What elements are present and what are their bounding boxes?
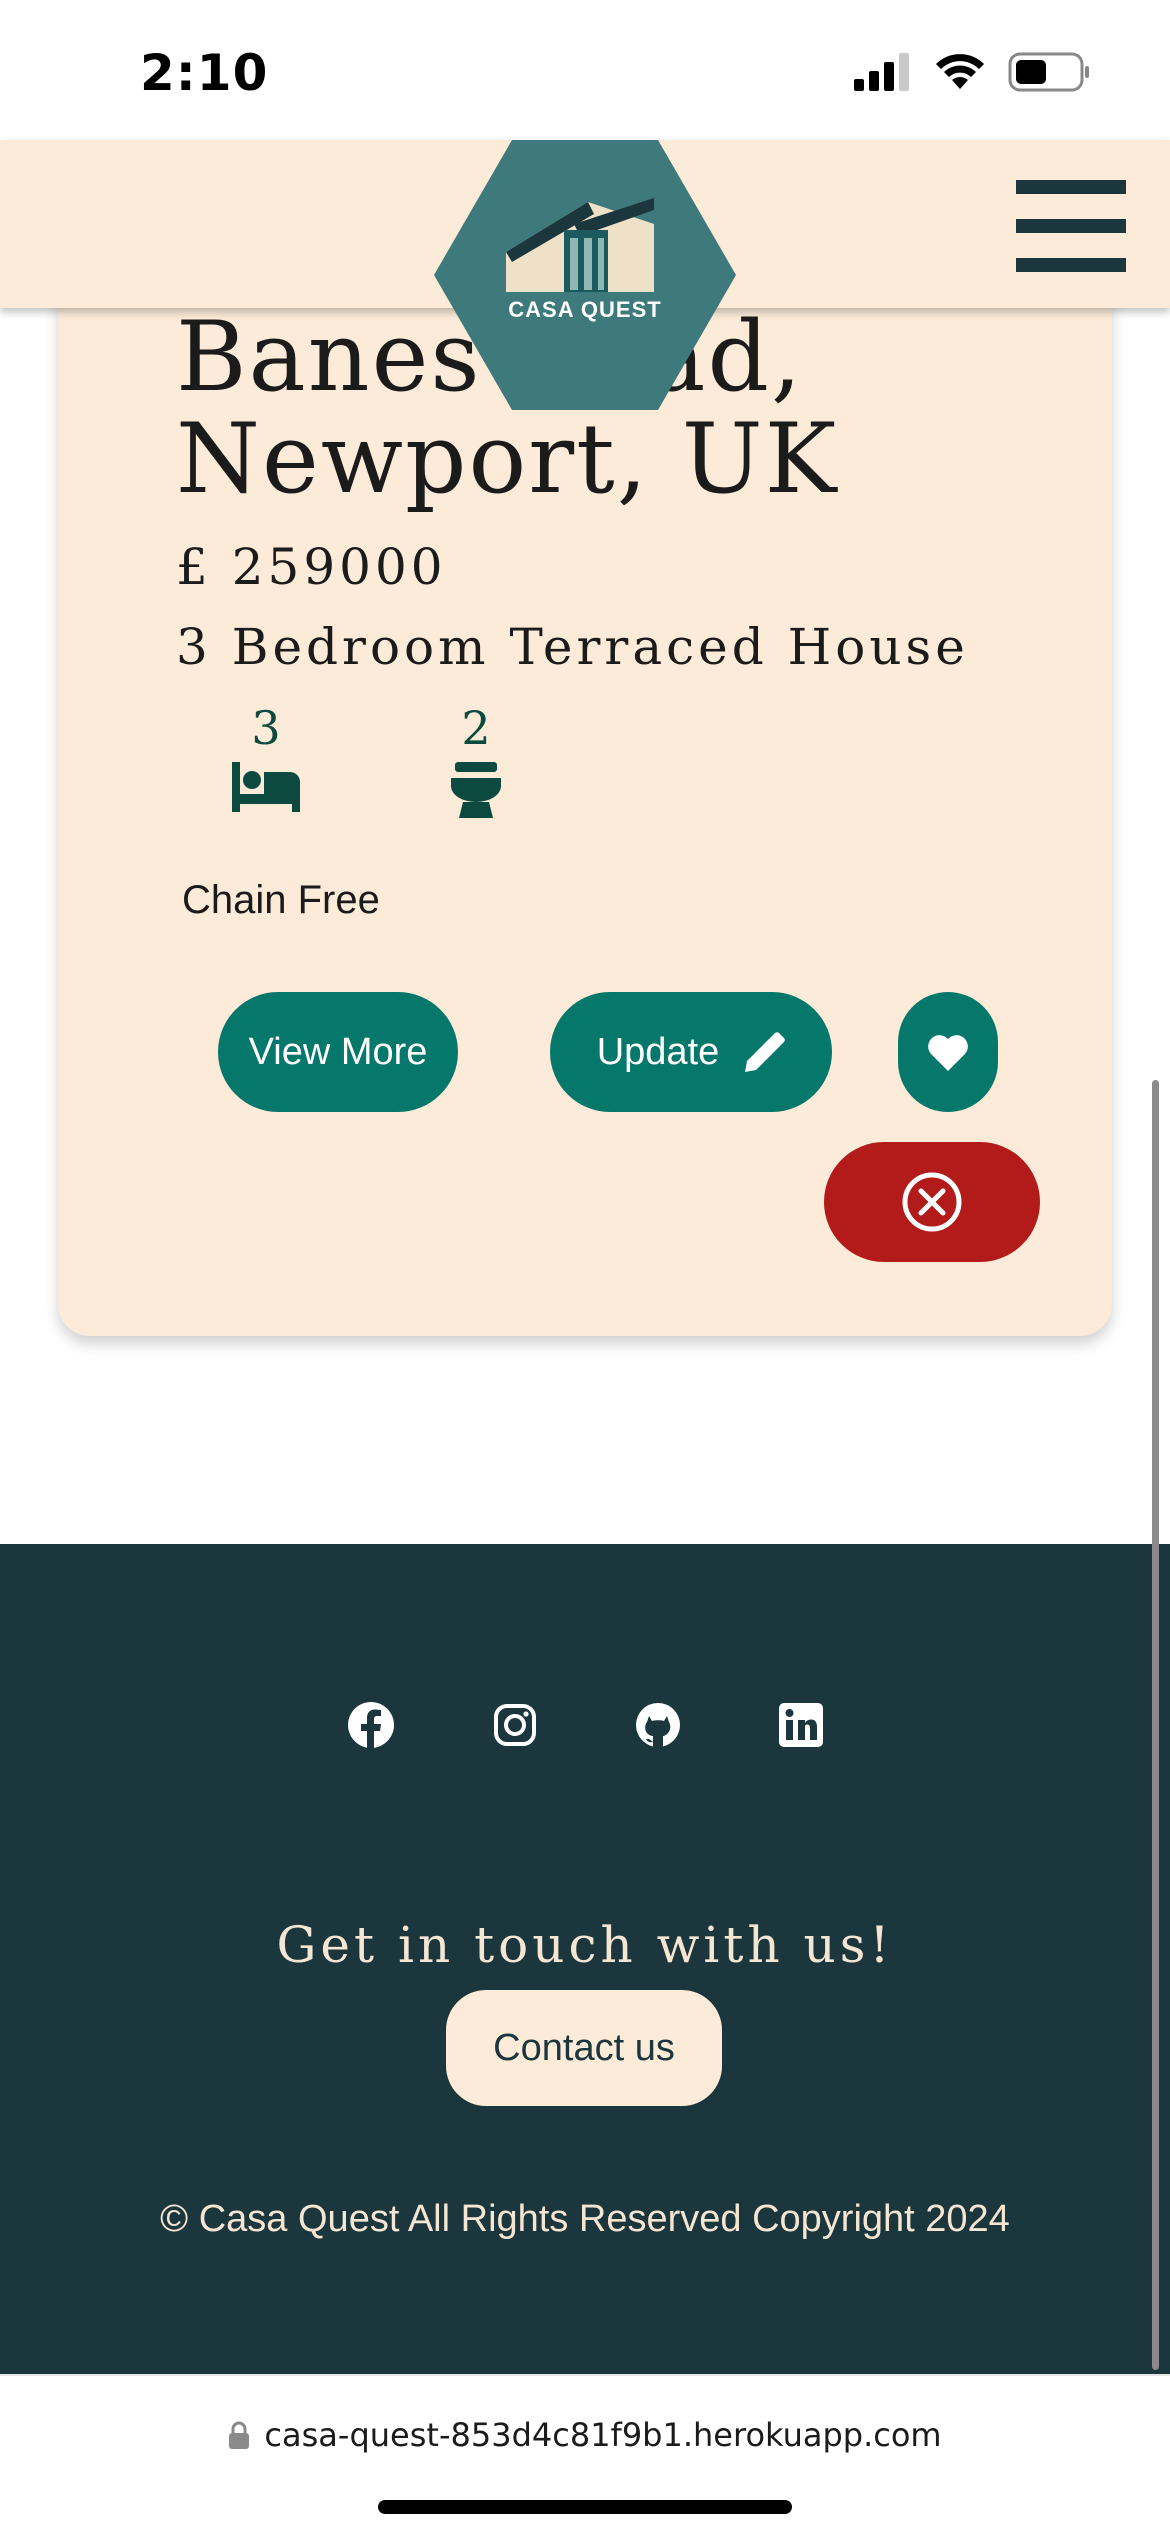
bathrooms-count: 2 [461, 701, 491, 755]
lock-icon [229, 2421, 250, 2449]
chain-status: Chain Free [182, 878, 380, 922]
instagram-icon[interactable] [490, 1700, 540, 1750]
property-type: 3 Bedroom Terraced House [176, 618, 969, 676]
view-more-label: View More [248, 1030, 428, 1073]
bathrooms-feature: 2 [416, 700, 536, 818]
contact-us-button[interactable]: Contact us [446, 1990, 722, 2106]
copyright-text: © Casa Quest All Rights Reserved Copyrig… [160, 2198, 1010, 2240]
browser-url-bar[interactable]: casa-quest-853d4c81f9b1.herokuapp.com [0, 2374, 1170, 2532]
hamburger-menu-icon[interactable] [1016, 180, 1126, 272]
property-price: £ 259000 [176, 538, 447, 596]
wifi-icon [936, 54, 984, 89]
update-button[interactable]: Update [550, 992, 832, 1112]
home-indicator[interactable] [378, 2500, 792, 2514]
linkedin-icon[interactable] [776, 1700, 826, 1750]
heart-icon [928, 1035, 968, 1071]
footer-heading: Get in touch with us! [276, 1916, 894, 1974]
facebook-icon[interactable] [346, 1700, 396, 1750]
url-display[interactable]: casa-quest-853d4c81f9b1.herokuapp.com [0, 2416, 1170, 2454]
bedrooms-count: 3 [251, 701, 281, 755]
url-text: casa-quest-853d4c81f9b1.herokuapp.com [264, 2416, 942, 2454]
favourite-button[interactable] [898, 992, 998, 1112]
toilet-icon [451, 762, 501, 818]
logo-text: CASA QUEST [508, 297, 662, 322]
bedrooms-feature: 3 [206, 700, 326, 812]
pencil-icon [745, 1032, 786, 1072]
status-icons [854, 52, 1090, 92]
site-footer: Get in touch with us! Contact us © Casa … [0, 1544, 1170, 2374]
bed-icon [232, 762, 300, 812]
github-icon[interactable] [633, 1700, 683, 1750]
signal-icon [854, 53, 909, 91]
view-more-button[interactable]: View More [218, 992, 458, 1112]
close-circle-icon [902, 1172, 962, 1232]
delete-button[interactable] [824, 1142, 1040, 1262]
battery-icon [1008, 52, 1089, 92]
status-time: 2:10 [140, 44, 269, 102]
casa-quest-logo[interactable]: CASA QUEST [434, 140, 736, 410]
update-label: Update [596, 1030, 720, 1073]
logo-hexagon [434, 140, 736, 410]
page-scrollbar[interactable] [1152, 1080, 1159, 2370]
status-bar: 2:10 [0, 0, 1170, 140]
